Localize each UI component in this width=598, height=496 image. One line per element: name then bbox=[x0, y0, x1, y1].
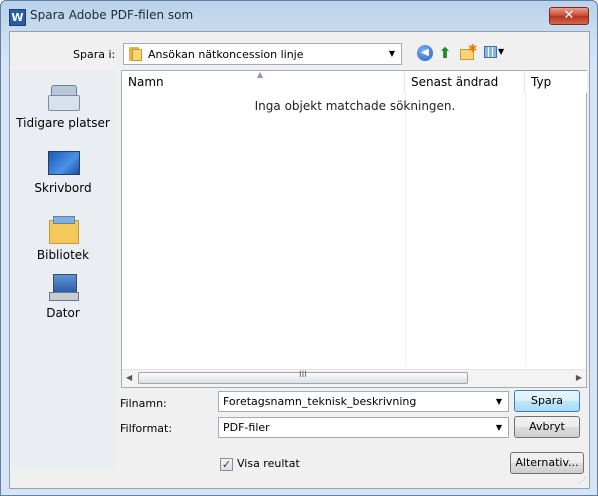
up-folder-icon[interactable]: ⬆ bbox=[437, 45, 453, 61]
save-in-label: Spara i: bbox=[73, 48, 116, 61]
column-divider bbox=[405, 93, 406, 365]
column-header-name[interactable]: Namn ▲ bbox=[122, 70, 405, 93]
dialog-body: Spara i: Ansökan nätkoncession linje ▼ ◀… bbox=[9, 31, 590, 489]
view-menu-icon[interactable]: ▼ bbox=[484, 45, 506, 61]
recent-places-icon bbox=[47, 82, 80, 112]
save-button[interactable]: Spara bbox=[514, 390, 580, 412]
place-libraries[interactable]: Bibliotek bbox=[11, 214, 115, 262]
new-folder-icon[interactable]: ✱ bbox=[460, 42, 477, 61]
column-divider bbox=[525, 93, 526, 365]
save-in-dropdown[interactable]: Ansökan nätkoncession linje ▼ bbox=[123, 43, 402, 65]
folder-icon bbox=[129, 47, 142, 61]
window-title: Spara Adobe PDF-filen som bbox=[30, 8, 194, 22]
computer-icon bbox=[47, 272, 79, 302]
save-dialog: W Spara Adobe PDF-filen som ✕ Spara i: A… bbox=[0, 0, 598, 496]
save-in-value: Ansökan nätkoncession linje bbox=[148, 48, 304, 61]
title-bar[interactable]: W Spara Adobe PDF-filen som ✕ bbox=[1, 1, 597, 31]
column-header-date[interactable]: Senast ändrad bbox=[405, 71, 525, 93]
chevron-down-icon: ▼ bbox=[388, 49, 395, 58]
desktop-icon bbox=[47, 147, 80, 177]
close-button[interactable]: ✕ bbox=[549, 7, 589, 25]
format-dropdown[interactable]: PDF-filer ▼ bbox=[218, 417, 509, 438]
back-icon[interactable]: ◀ bbox=[417, 45, 433, 61]
place-label: Tidigare platser bbox=[16, 116, 110, 130]
file-list[interactable]: Namn ▲ Senast ändrad Typ Inga objekt mat… bbox=[121, 70, 587, 388]
place-label: Bibliotek bbox=[36, 248, 90, 262]
places-bar: Tidigare platser Skrivbord Bibliotek Dat… bbox=[11, 70, 115, 468]
scroll-right-icon[interactable]: ▶ bbox=[576, 373, 582, 382]
place-computer[interactable]: Dator bbox=[11, 272, 115, 320]
place-label: Dator bbox=[46, 306, 80, 320]
format-label: Filformat: bbox=[120, 422, 173, 435]
format-value: PDF-filer bbox=[223, 421, 270, 434]
chevron-down-icon[interactable]: ▼ bbox=[496, 397, 502, 406]
chevron-down-icon: ▼ bbox=[495, 423, 502, 432]
resize-grip-icon[interactable]: ⋰ bbox=[578, 476, 586, 485]
libraries-icon bbox=[47, 214, 79, 244]
place-recent[interactable]: Tidigare platser bbox=[11, 82, 115, 130]
scroll-thumb[interactable]: III bbox=[138, 370, 468, 384]
sort-up-icon: ▲ bbox=[257, 70, 264, 79]
column-header-type[interactable]: Typ bbox=[525, 71, 587, 93]
show-result-checkbox[interactable]: ✓ bbox=[220, 458, 233, 471]
grip-icon: III bbox=[299, 370, 307, 380]
place-desktop[interactable]: Skrivbord bbox=[11, 147, 115, 195]
place-label: Skrivbord bbox=[34, 181, 92, 195]
filename-input[interactable] bbox=[219, 392, 483, 411]
scroll-left-icon[interactable]: ◀ bbox=[126, 373, 132, 382]
empty-message: Inga objekt matchade sökningen. bbox=[254, 99, 456, 113]
filename-field[interactable]: ▼ bbox=[218, 391, 509, 412]
column-label: Namn bbox=[128, 75, 164, 89]
options-button[interactable]: Alternativ... bbox=[510, 452, 584, 474]
filename-label: Filnamn: bbox=[120, 397, 167, 410]
horizontal-scrollbar[interactable]: ◀ III ▶ bbox=[122, 369, 586, 387]
show-result-label[interactable]: Visa reultat bbox=[237, 457, 300, 470]
cancel-button[interactable]: Avbryt bbox=[514, 416, 580, 438]
app-icon: W bbox=[9, 9, 26, 26]
